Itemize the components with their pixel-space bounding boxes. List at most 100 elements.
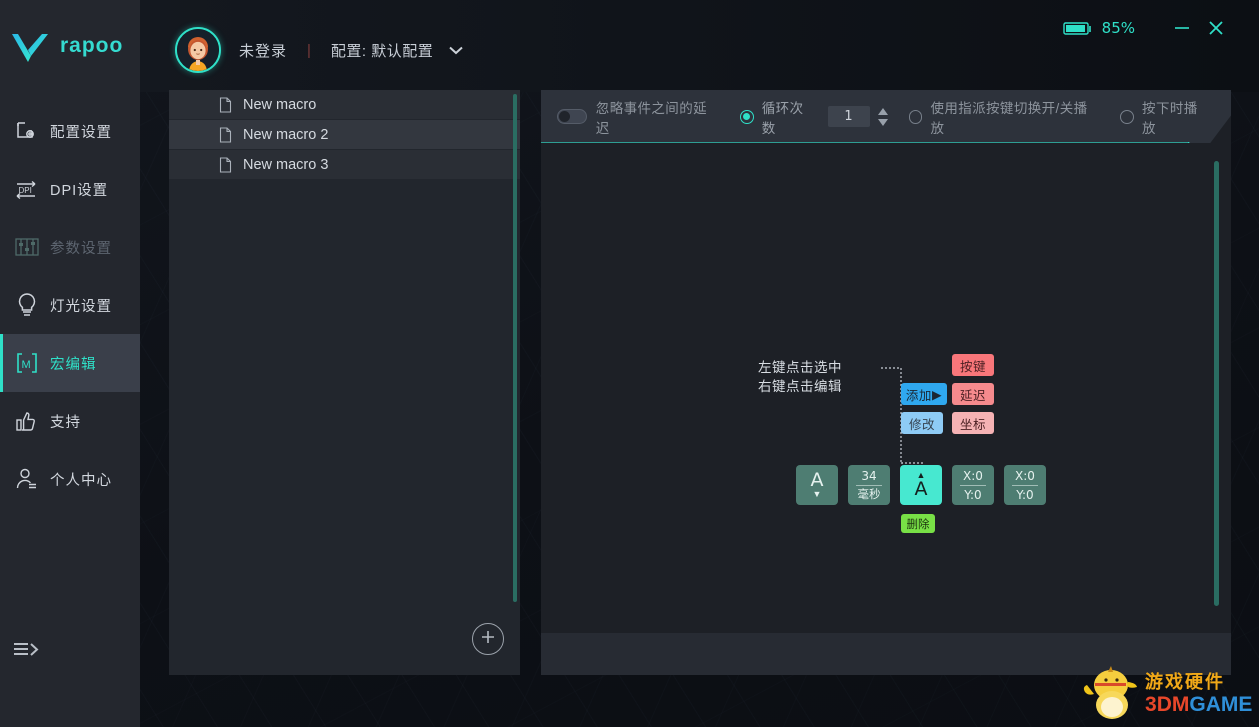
support-thumbsup-icon [4, 409, 50, 433]
close-icon[interactable] [1199, 14, 1233, 42]
sidebar-item-label: 个人中心 [50, 472, 112, 489]
add-arrow-icon: ▶ [931, 387, 943, 402]
coord-y: Y:0 [1016, 487, 1034, 502]
arrow-down-icon: ▼ [812, 489, 822, 499]
avatar[interactable] [175, 27, 221, 73]
sidebar-item-user-profile[interactable]: 个人中心 [0, 450, 140, 508]
add-macro-button[interactable] [472, 623, 504, 655]
ignore-delay-option[interactable]: 忽略事件之间的延迟 [557, 97, 720, 137]
dpi-settings-icon: DPI [4, 177, 50, 201]
delay-event-chip[interactable]: 34 毫秒 [848, 465, 890, 505]
editor-toolbar: 忽略事件之间的延迟 循环次数 使用指派按键切换开/关播放 按下时播放 [541, 90, 1231, 143]
spinner-up-down-icon[interactable] [877, 107, 889, 126]
list-item[interactable]: New macro [169, 90, 520, 120]
event-sequence: A ▼ 34 毫秒 ▲ A X:0 Y:0 X:0 Y:0 [796, 465, 1046, 505]
app-window: rapoo 配置设置 DPI DPI设置 参数设置 灯光设置 M 宏编辑 支持 … [0, 0, 1259, 727]
key-event-button[interactable]: 按键 [952, 354, 994, 376]
sidebar-item-label: DPI设置 [50, 182, 109, 199]
delay-value: 34 [861, 468, 877, 483]
add-event-button[interactable]: 添加 ▶ [901, 383, 947, 405]
sidebar-item-macro-editor[interactable]: M 宏编辑 [0, 334, 140, 392]
sidebar-item-dpi-settings[interactable]: DPI DPI设置 [0, 160, 140, 218]
config-selector-label[interactable]: 配置: 默认配置 [331, 40, 433, 61]
svg-text:DPI: DPI [19, 186, 32, 195]
user-block: 未登录 | 配置: 默认配置 [175, 27, 465, 73]
document-icon [219, 126, 232, 143]
key-up-event-chip[interactable]: A ▼ [796, 465, 838, 505]
hint-line-2: 右键点击编辑 [758, 379, 842, 394]
user-profile-icon [4, 467, 50, 491]
macro-name: New macro 2 [243, 126, 329, 143]
watermark-en-1: 3 [1145, 693, 1157, 716]
add-event-label: 添加 [905, 388, 932, 403]
macro-name: New macro 3 [243, 156, 329, 173]
event-key-glyph: A [914, 478, 928, 500]
battery-icon [1062, 20, 1093, 36]
coord-y: Y:0 [964, 487, 982, 502]
editor-hint: 左键点击选中 右键点击编辑 [758, 358, 842, 396]
ignore-delay-toggle[interactable] [557, 109, 587, 124]
sidebar-item-label: 参数设置 [50, 240, 112, 257]
coordinate-event-button[interactable]: 坐标 [952, 412, 994, 434]
loop-count-option[interactable]: 循环次数 [739, 97, 889, 137]
chip-divider [960, 484, 986, 486]
sidebar-item-support[interactable]: 支持 [0, 392, 140, 450]
coord-x: X:0 [1015, 468, 1035, 483]
brand-name: rapoo [60, 34, 124, 57]
toggle-play-radio[interactable] [908, 109, 923, 124]
sidebar-item-label: 灯光设置 [50, 298, 112, 315]
macro-editor-panel: 忽略事件之间的延迟 循环次数 使用指派按键切换开/关播放 按下时播放 [541, 90, 1231, 675]
document-icon [219, 96, 232, 113]
watermark-en-3: GAME [1189, 693, 1253, 716]
sidebar-item-config-settings[interactable]: 配置设置 [0, 102, 140, 160]
editor-footer [541, 633, 1231, 675]
macro-list: New macro New macro 2 New macro 3 [169, 90, 520, 180]
toggle-play-option[interactable]: 使用指派按键切换开/关播放 [908, 97, 1101, 137]
macro-event-canvas[interactable]: 左键点击选中 右键点击编辑 添加 ▶ 修改 按键 延迟 坐标 A ▼ 34 毫秒… [541, 143, 1231, 633]
rapoo-v-logo-icon [8, 26, 54, 66]
delete-event-button[interactable]: 删除 [901, 514, 935, 533]
loop-count-input[interactable] [827, 106, 870, 127]
play-on-press-radio[interactable] [1120, 109, 1135, 124]
play-on-press-option[interactable]: 按下时播放 [1120, 97, 1211, 137]
delay-event-button[interactable]: 延迟 [952, 383, 994, 405]
collapse-menu-icon[interactable] [4, 633, 50, 667]
sidebar-item-label: 宏编辑 [50, 356, 97, 373]
list-item[interactable]: New macro 2 [169, 120, 520, 150]
chip-divider [856, 484, 882, 486]
titlebar: 未登录 | 配置: 默认配置 85% [140, 0, 1259, 92]
coordinate-event-chip[interactable]: X:0 Y:0 [1004, 465, 1046, 505]
editor-scrollbar[interactable] [1214, 161, 1219, 606]
edit-action-buttons: 添加 ▶ 修改 [901, 383, 947, 441]
svg-text:M: M [22, 359, 31, 371]
sidebar: rapoo 配置设置 DPI DPI设置 参数设置 灯光设置 M 宏编辑 支持 … [0, 0, 140, 727]
macro-list-panel: New macro New macro 2 New macro 3 [169, 90, 520, 675]
chip-divider [1012, 484, 1038, 486]
event-key-glyph: A [810, 469, 824, 491]
modify-event-button[interactable]: 修改 [901, 412, 943, 434]
macro-list-scrollbar[interactable] [513, 94, 517, 602]
sidebar-item-parameter-settings[interactable]: 参数设置 [0, 218, 140, 276]
loop-count-radio[interactable] [739, 109, 754, 124]
document-icon [219, 156, 232, 173]
list-item[interactable]: New macro 3 [169, 150, 520, 180]
key-down-event-chip[interactable]: ▲ A [900, 465, 942, 505]
coordinate-event-chip[interactable]: X:0 Y:0 [952, 465, 994, 505]
sidebar-item-label: 支持 [50, 414, 81, 431]
battery-percent: 85% [1101, 19, 1135, 37]
play-on-press-label: 按下时播放 [1142, 100, 1198, 136]
minimize-icon[interactable] [1165, 14, 1199, 42]
window-controls: 85% [1062, 14, 1233, 42]
sidebar-item-lighting-settings[interactable]: 灯光设置 [0, 276, 140, 334]
coord-x: X:0 [963, 468, 983, 483]
event-type-buttons: 按键 延迟 坐标 [952, 354, 994, 441]
watermark-en-2: DM [1156, 693, 1190, 716]
macro-editor-icon: M [4, 351, 50, 375]
toggle-play-label: 使用指派按键切换开/关播放 [930, 100, 1088, 136]
user-status[interactable]: 未登录 [239, 40, 287, 61]
config-settings-icon [4, 119, 50, 143]
lighting-settings-icon [4, 292, 50, 318]
chevron-down-icon[interactable] [447, 44, 465, 56]
brand-logo-block: rapoo [0, 0, 140, 92]
ignore-delay-label: 忽略事件之间的延迟 [595, 100, 707, 136]
